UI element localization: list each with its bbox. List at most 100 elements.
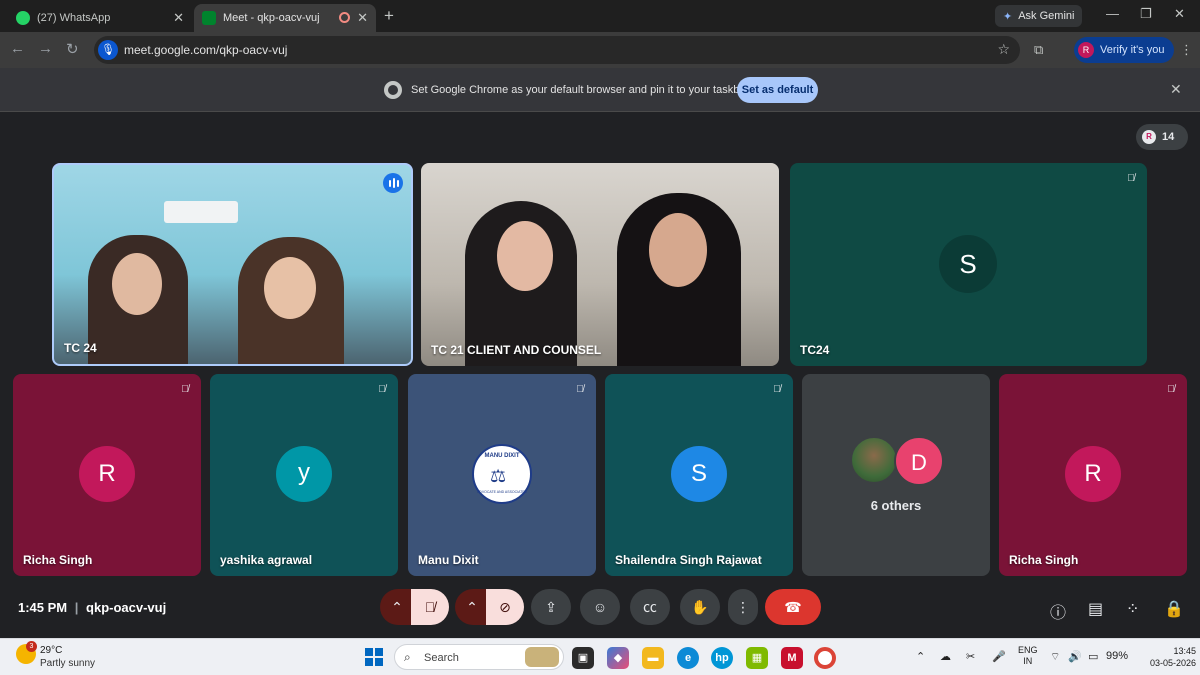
onedrive-icon[interactable]: ☁ [940, 650, 951, 663]
reload-icon[interactable]: ↻ [66, 40, 79, 58]
ask-gemini-button[interactable]: ✦ Ask Gemini [995, 5, 1083, 27]
hp-icon[interactable]: hp [711, 647, 733, 669]
video-tile-shailendra-singh-rajawat[interactable]: 🎙̸ S Shailendra Singh Rajawat [605, 374, 793, 576]
leave-call-button[interactable]: ☎ [765, 589, 821, 625]
set-as-default-button[interactable]: Set as default [737, 77, 818, 103]
meeting-controls: 1:45 PM | qkp-oacv-vuj ⌃ 🎙̸ ⌃ ⊘ ⇪ ☺ ㏄ ✋ … [0, 576, 1200, 638]
tile-name: TC 24 [64, 341, 97, 355]
video-tile-manu-dixit[interactable]: 🎙̸ MANU DIXIT ⚖ ADVOCATE AND ASSOCIATES … [408, 374, 596, 576]
mic-off-icon: 🎙̸ [424, 599, 436, 615]
speaking-indicator-icon [383, 173, 403, 193]
tab-whatsapp[interactable]: (27) WhatsApp ✕ [8, 4, 192, 32]
hand-icon: ✋ [691, 599, 709, 615]
address-bar[interactable]: 🎙 meet.google.com/qkp-oacv-vuj ☆ [94, 36, 1020, 64]
scales-icon: ⚖ [490, 466, 507, 486]
avatar: y [276, 446, 332, 502]
start-button[interactable] [365, 648, 383, 666]
wifi-icon[interactable]: ⌔ [1050, 650, 1060, 664]
participant-face [649, 213, 707, 287]
meeting-details-icon[interactable]: ⓘ [1050, 599, 1066, 623]
participants-count-button[interactable]: R 14 [1136, 124, 1188, 150]
participant-face [112, 253, 162, 315]
windows-taskbar: 3 29°C Partly sunny ⌕ Search ▣ ◆ ▬ e hp … [0, 638, 1200, 675]
tab-title: (27) WhatsApp [37, 12, 111, 24]
site-info-icon[interactable]: 🎙 [98, 40, 118, 60]
ask-gemini-label: Ask Gemini [1018, 10, 1075, 22]
chevron-up-icon: ⌃ [391, 599, 403, 615]
taskbar-search[interactable]: ⌕ Search [394, 644, 564, 670]
chrome-taskbar-icon[interactable] [814, 647, 836, 669]
clock-date: 03-05-2026 [1150, 658, 1197, 668]
whatsapp-icon [16, 11, 30, 25]
new-tab-button[interactable]: + [384, 6, 394, 26]
battery-icon[interactable]: ▭ [1088, 650, 1098, 663]
task-view-icon[interactable]: ▣ [572, 647, 594, 669]
close-banner-icon[interactable]: ✕ [1170, 81, 1182, 98]
search-label: Search [424, 652, 459, 664]
browser-tab-strip: (27) WhatsApp ✕ Meet - qkp-oacv-vuj ✕ + … [0, 0, 1200, 32]
video-options-button[interactable]: ⌃ [455, 589, 489, 625]
mic-toggle-button[interactable]: 🎙̸ [411, 589, 449, 625]
weather-condition: Partly sunny [40, 658, 96, 669]
video-tile-others[interactable]: D 6 others [802, 374, 990, 576]
manu-dixit-logo: MANU DIXIT ⚖ ADVOCATE AND ASSOCIATES [472, 444, 532, 504]
mic-off-icon: 🎙̸ [181, 384, 189, 395]
raise-hand-button[interactable]: ✋ [680, 589, 720, 625]
mcafee-icon[interactable]: M [781, 647, 803, 669]
avatar: R [1065, 446, 1121, 502]
video-tile-tc24-avatar[interactable]: 🎙̸ S TC24 [790, 163, 1147, 366]
close-tab-icon[interactable]: ✕ [357, 10, 368, 26]
chrome-menu-icon[interactable]: ⋮ [1180, 42, 1193, 58]
video-tile-yashika-agrawal[interactable]: 🎙̸ y yashika agrawal [210, 374, 398, 576]
maximize-icon[interactable]: ❐ [1140, 6, 1152, 22]
back-icon[interactable]: ← [10, 40, 25, 57]
close-window-icon[interactable]: ✕ [1174, 6, 1185, 22]
weather-temperature: 29°C [40, 645, 63, 656]
host-controls-icon[interactable]: 🔒 [1164, 599, 1184, 619]
tab-meet[interactable]: Meet - qkp-oacv-vuj ✕ [194, 4, 376, 32]
search-highlight-icon [525, 647, 559, 667]
present-icon: ⇪ [545, 599, 557, 615]
video-tile-richa-singh[interactable]: 🎙̸ R Richa Singh [13, 374, 201, 576]
system-clock[interactable]: 13:45 03-05-2026 [1150, 645, 1196, 669]
tile-name: yashika agrawal [220, 553, 313, 567]
video-tile-tc24[interactable]: TC 24 [52, 163, 413, 366]
meeting-code: qkp-oacv-vuj [86, 600, 167, 615]
recording-icon [339, 12, 350, 23]
show-hidden-icons-icon[interactable]: ⌃ [916, 650, 925, 663]
file-explorer-icon[interactable]: ▬ [642, 647, 664, 669]
audio-options-button[interactable]: ⌃ [380, 589, 414, 625]
meet-icon [202, 11, 216, 25]
tab-search-icon[interactable]: ⧉ [1034, 42, 1043, 58]
more-options-button[interactable]: ⋮ [728, 589, 758, 625]
end-call-icon: ☎ [784, 599, 802, 615]
store-icon[interactable]: ▦ [746, 647, 768, 669]
captions-button[interactable]: ㏄ [630, 589, 670, 625]
camera-toggle-button[interactable]: ⊘ [486, 589, 524, 625]
close-tab-icon[interactable]: ✕ [173, 10, 184, 26]
profile-avatar: R [1078, 42, 1094, 58]
language-code: ENG [1018, 645, 1038, 655]
video-tile-tc21[interactable]: TC 21 CLIENT AND COUNSEL [421, 163, 779, 366]
url-text[interactable]: meet.google.com/qkp-oacv-vuj [124, 43, 287, 57]
language-indicator[interactable]: ENG IN [1018, 645, 1038, 667]
default-browser-banner: Set Google Chrome as your default browse… [0, 68, 1200, 112]
weather-icon[interactable]: 3 [16, 641, 37, 664]
minimize-icon[interactable]: — [1106, 6, 1119, 21]
chat-icon[interactable]: ▤ [1088, 599, 1103, 619]
bookmark-star-icon[interactable]: ☆ [997, 41, 1010, 58]
forward-icon[interactable]: → [38, 40, 53, 57]
snip-icon[interactable]: ✂ [966, 650, 975, 663]
participant-face [497, 221, 553, 291]
video-tile-richa-singh-2[interactable]: 🎙̸ R Richa Singh [999, 374, 1187, 576]
reactions-button[interactable]: ☺ [580, 589, 620, 625]
activities-icon[interactable]: ⁘ [1126, 599, 1139, 619]
tile-name: Richa Singh [1009, 553, 1079, 567]
meeting-time: 1:45 PM [18, 600, 68, 615]
volume-icon[interactable]: 🔊 [1068, 650, 1082, 663]
edge-icon[interactable]: e [677, 647, 699, 669]
present-screen-button[interactable]: ⇪ [531, 589, 571, 625]
verify-profile-button[interactable]: R Verify it's you [1074, 37, 1175, 63]
copilot-icon[interactable]: ◆ [607, 647, 629, 669]
microphone-icon[interactable]: 🎤 [992, 650, 1006, 663]
